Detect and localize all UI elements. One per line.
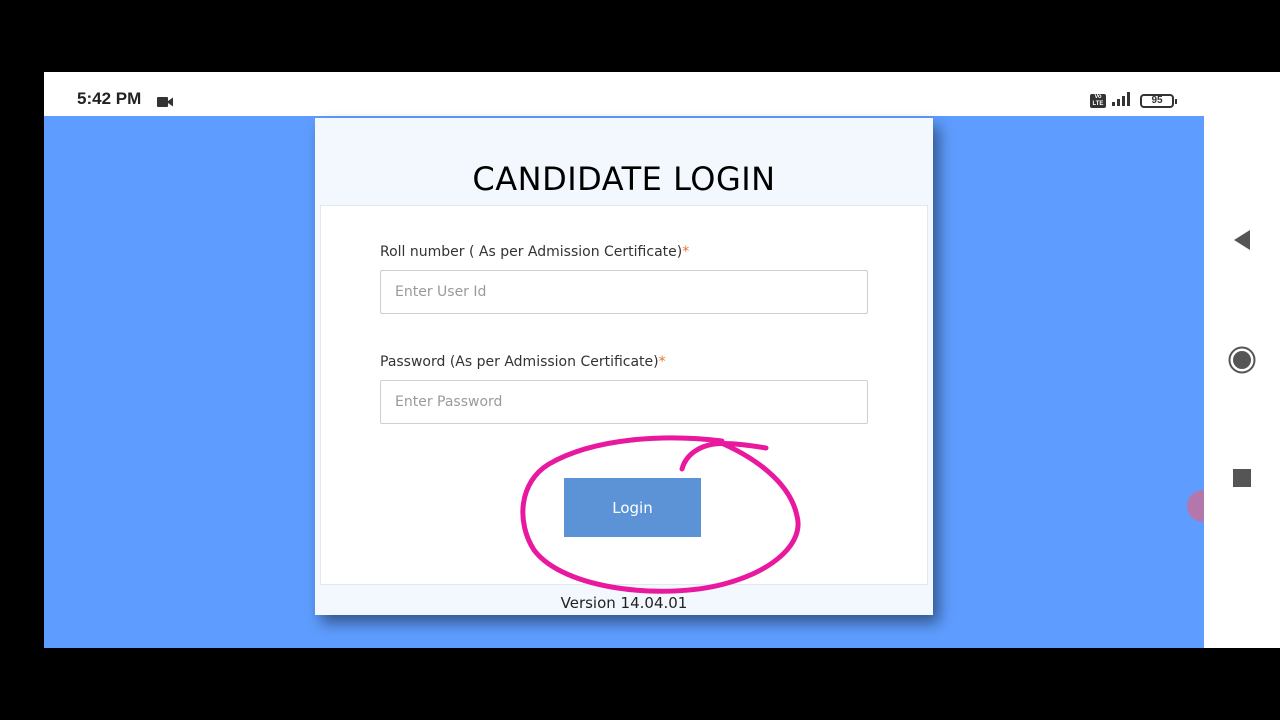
- password-label: Password (As per Admission Certificate)*: [380, 354, 666, 370]
- phone-screen: 5:42 PM Vo LTE 95 CANDIDATE LOGIN Roll n…: [44, 72, 1204, 648]
- roll-number-input[interactable]: [380, 270, 868, 314]
- annotation-circle: [520, 435, 801, 594]
- recents-icon[interactable]: [1228, 464, 1256, 492]
- required-mark: *: [658, 354, 666, 370]
- status-time: 5:42 PM: [77, 89, 142, 108]
- signal-icon: [1112, 91, 1134, 110]
- home-icon[interactable]: [1228, 346, 1256, 374]
- roll-number-label: Roll number ( As per Admission Certifica…: [380, 244, 689, 260]
- required-mark: *: [682, 244, 690, 260]
- roll-number-label-text: Roll number ( As per Admission Certifica…: [380, 244, 683, 260]
- video-camera-icon: [157, 93, 173, 112]
- navigation-bar: [1204, 72, 1280, 648]
- back-icon[interactable]: [1228, 226, 1256, 254]
- password-input[interactable]: [380, 380, 868, 424]
- volte-icon: Vo LTE: [1090, 93, 1106, 108]
- battery-level: 95: [1151, 95, 1163, 106]
- password-label-text: Password (As per Admission Certificate): [380, 354, 659, 370]
- status-icons: Vo LTE 95: [1090, 91, 1177, 110]
- page-title: CANDIDATE LOGIN: [472, 160, 776, 198]
- battery-icon: 95: [1140, 93, 1177, 108]
- status-bar: 5:42 PM Vo LTE 95: [44, 72, 1204, 116]
